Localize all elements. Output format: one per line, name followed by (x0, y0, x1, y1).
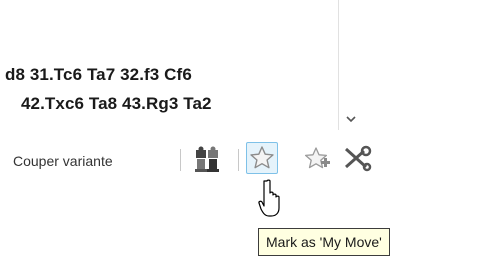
star-plus-icon (304, 147, 330, 169)
engine-button[interactable] (193, 145, 221, 173)
cut-variant-button[interactable]: Couper variante (13, 153, 113, 169)
notation-panel: d8 31.Tc6 Ta7 32.f3 Cf6 42.Txc6 Ta8 43.R… (0, 0, 338, 130)
notation-toolbar: Couper variante (0, 130, 380, 193)
mark-my-move-button[interactable] (246, 142, 278, 174)
chevron-down-icon[interactable] (343, 112, 359, 126)
cut-button[interactable] (340, 145, 372, 173)
notation-scrollbar[interactable] (338, 0, 363, 130)
add-mark-button[interactable] (302, 144, 332, 174)
tooltip: Mark as 'My Move' (258, 228, 390, 256)
chess-pieces-icon (195, 146, 219, 172)
toolbar-separator (180, 149, 181, 171)
toolbar-separator (238, 149, 239, 171)
notation-line-1[interactable]: d8 31.Tc6 Ta7 32.f3 Cf6 (5, 65, 192, 85)
scissors-icon (344, 145, 372, 172)
notation-line-2[interactable]: 42.Txc6 Ta8 43.Rg3 Ta2 (21, 94, 212, 114)
star-icon (250, 146, 274, 169)
hand-cursor-icon (258, 179, 280, 217)
